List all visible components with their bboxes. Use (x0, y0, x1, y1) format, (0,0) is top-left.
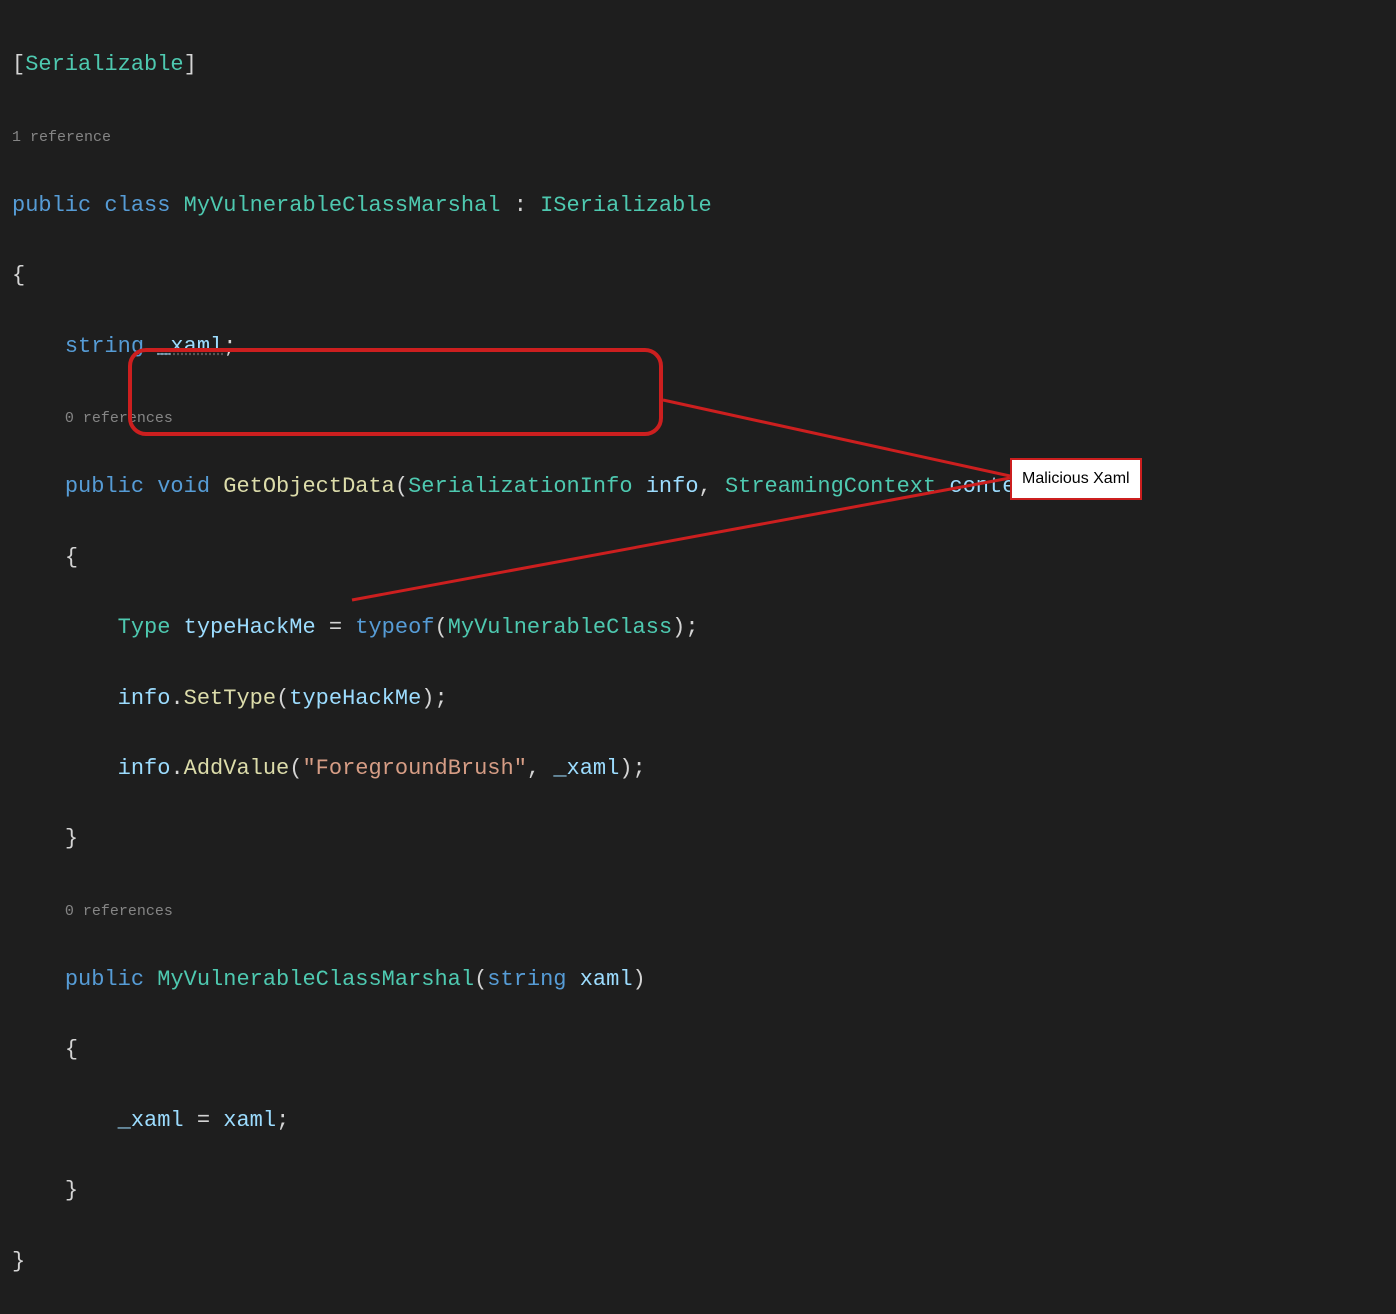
indent-guide (12, 329, 65, 364)
brace-close: } (12, 1249, 25, 1274)
field-name: _xaml (553, 756, 619, 781)
codelens-line: 0 references (12, 892, 1384, 927)
keyword-void: void (157, 474, 210, 499)
colon: : (501, 193, 541, 218)
keyword-string: string (487, 967, 566, 992)
indent-guide (12, 751, 118, 786)
eq: = (316, 615, 356, 640)
indent-guide (12, 469, 65, 504)
paren-open: ( (435, 615, 448, 640)
code-line: public void GetObjectData(SerializationI… (12, 469, 1384, 504)
string-literal: "ForegroundBrush" (302, 756, 526, 781)
code-line: { (12, 258, 1384, 293)
eq: = (184, 1108, 224, 1133)
brace-open: { (65, 1037, 78, 1062)
code-line: _xaml = xaml; (12, 1103, 1384, 1138)
code-line: { (12, 540, 1384, 575)
indent-guide (12, 399, 65, 434)
ctor-name: MyVulnerableClassMarshal (157, 967, 474, 992)
param-name: info (646, 474, 699, 499)
paren-open: ( (474, 967, 487, 992)
code-line: info.AddValue("ForegroundBrush", _xaml); (12, 751, 1384, 786)
code-line: [Serializable] (12, 47, 1384, 82)
paren-close: ) (1042, 474, 1055, 499)
code-line: Type typeHackMe = typeof(MyVulnerableCla… (12, 610, 1384, 645)
indent-guide (12, 610, 118, 645)
code-line: string _xaml; (12, 329, 1384, 364)
paren-close: ) (672, 615, 685, 640)
paren-close: ) (619, 756, 632, 781)
field-name: _xaml (118, 1108, 184, 1133)
local-var: typeHackMe (184, 615, 316, 640)
keyword-string: string (65, 334, 144, 359)
paren-close: ) (633, 967, 646, 992)
brace-close: } (65, 1178, 78, 1203)
reference-count[interactable]: 0 references (65, 411, 173, 426)
semicolon: ; (633, 756, 646, 781)
method-name: GetObjectData (223, 474, 395, 499)
code-line: } (12, 821, 1384, 856)
codelens-line: 1 reference (12, 118, 1384, 153)
code-line: } (12, 1173, 1384, 1208)
param-type: StreamingContext (725, 474, 936, 499)
keyword-class: class (104, 193, 170, 218)
code-editor: [Serializable] 1 reference public class … (12, 12, 1384, 1314)
local-var: info (118, 756, 171, 781)
indent-guide (12, 1103, 118, 1138)
keyword-public: public (65, 967, 144, 992)
semicolon: ; (435, 686, 448, 711)
semicolon: ; (276, 1108, 289, 1133)
brace-open: { (65, 545, 78, 570)
paren-open: ( (276, 686, 289, 711)
indent-guide (12, 821, 65, 856)
param-type: SerializationInfo (408, 474, 632, 499)
paren-close: ) (421, 686, 434, 711)
brace-open: { (12, 263, 25, 288)
code-line: public class MyVulnerableClassMarshal : … (12, 188, 1384, 223)
indent-guide (12, 681, 118, 716)
type-name: MyVulnerableClass (448, 615, 672, 640)
local-var: typeHackMe (289, 686, 421, 711)
method-name: AddValue (184, 756, 290, 781)
param-name: xaml (580, 967, 633, 992)
type-name: Type (118, 615, 171, 640)
param-name: context (949, 474, 1041, 499)
code-line: public MyVulnerableClassMarshal(string x… (12, 962, 1384, 997)
reference-count[interactable]: 0 references (65, 904, 173, 919)
semicolon: ; (685, 615, 698, 640)
semicolon: ; (223, 334, 236, 359)
code-line: info.SetType(typeHackMe); (12, 681, 1384, 716)
code-line: } (12, 1244, 1384, 1279)
indent-guide (12, 892, 65, 927)
indent-guide (12, 962, 65, 997)
indent-guide (12, 1173, 65, 1208)
comma: , (527, 756, 553, 781)
field-name: _xaml (157, 334, 223, 359)
keyword-public: public (65, 474, 144, 499)
param-name: xaml (223, 1108, 276, 1133)
keyword-typeof: typeof (355, 615, 434, 640)
paren-open: ( (289, 756, 302, 781)
reference-count[interactable]: 1 reference (12, 130, 111, 145)
local-var: info (118, 686, 171, 711)
attribute-name: Serializable (25, 52, 183, 77)
indent-guide (12, 540, 65, 575)
bracket-open: [ (12, 52, 25, 77)
bracket-close: ] (184, 52, 197, 77)
dot: . (170, 756, 183, 781)
interface-name: ISerializable (540, 193, 712, 218)
comma: , (699, 474, 725, 499)
codelens-line: 0 references (12, 399, 1384, 434)
keyword-public: public (12, 193, 91, 218)
class-name: MyVulnerableClassMarshal (184, 193, 501, 218)
dot: . (170, 686, 183, 711)
code-line: { (12, 1032, 1384, 1067)
indent-guide (12, 1032, 65, 1067)
paren-open: ( (395, 474, 408, 499)
method-name: SetType (184, 686, 276, 711)
brace-close: } (65, 826, 78, 851)
